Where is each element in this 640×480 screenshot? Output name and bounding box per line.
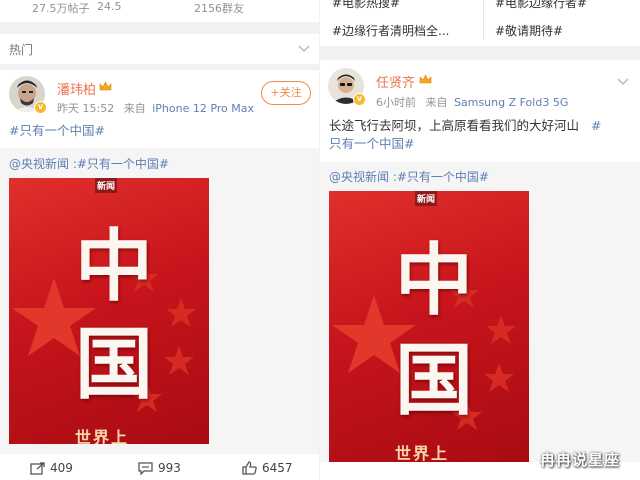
repost-text[interactable]: @央视新闻 :#只有一个中国# [9, 155, 169, 172]
news-logo: 新闻 [415, 191, 438, 206]
poster-bottom-text: 世界上 [75, 428, 130, 444]
post-text: 长途飞行去阿坝，上高原看看我们的大好河山 # [329, 116, 634, 135]
username[interactable]: 任贤齐 [376, 72, 415, 91]
poster-char-zhong: 中 [395, 235, 474, 326]
like-icon [242, 461, 257, 475]
stat-posts: 27.5万帖子 [32, 2, 90, 15]
like-action[interactable]: 6457 [242, 456, 293, 480]
verified-icon: v [34, 101, 47, 114]
divider [0, 22, 320, 34]
crown-badge-icon [419, 74, 432, 84]
repost-count: 409 [50, 461, 73, 475]
username[interactable]: 潘玮柏 [57, 79, 96, 98]
hot-section-header[interactable]: 热门 [0, 34, 320, 64]
watermark: 冉冉说星座 [540, 451, 621, 469]
star-icon [164, 346, 194, 375]
repost-action[interactable]: 409 [30, 456, 73, 480]
post-meta: 昨天 15:52 来自 iPhone 12 Pro Max [57, 100, 254, 116]
chevron-down-icon[interactable] [298, 45, 310, 53]
post-hashtag[interactable]: # [591, 118, 601, 133]
comment-icon [138, 461, 153, 475]
repost-icon [30, 461, 45, 475]
verified-icon: v [353, 93, 366, 106]
news-logo: 新闻 [95, 178, 118, 193]
topic-link[interactable]: #电影边缘行者# [495, 0, 587, 11]
stat-value: 24.5 [97, 0, 122, 13]
repost-text[interactable]: @央视新闻 :#只有一个中国# [329, 168, 489, 185]
topic-link[interactable]: #电影热搜# [332, 0, 400, 11]
star-icon [166, 298, 196, 327]
comment-action[interactable]: 993 [138, 456, 181, 480]
source-prefix: 来自 [123, 102, 146, 115]
post-source[interactable]: iPhone 12 Pro Max [152, 102, 254, 115]
chevron-down-icon[interactable] [617, 78, 629, 86]
comment-count: 993 [158, 461, 181, 475]
post-hashtag[interactable]: 只有一个中国# [329, 134, 414, 153]
post-hashtag[interactable]: #只有一个中国# [9, 121, 105, 140]
divider [483, 0, 484, 40]
topic-link[interactable]: #边缘行者清明档全... [332, 22, 450, 39]
crown-badge-icon [99, 81, 112, 91]
topic-link[interactable]: #敬请期待# [495, 22, 563, 39]
source-prefix: 来自 [425, 96, 448, 109]
divider [320, 46, 640, 60]
section-title: 热门 [9, 43, 34, 57]
poster-char-zhong: 中 [75, 221, 154, 312]
post-time: 昨天 15:52 [57, 102, 115, 115]
post-text-line: 长途飞行去阿坝，上高原看看我们的大好河山 [329, 118, 580, 133]
right-panel: #电影热搜# #电影边缘行者# #边缘行者清明档全... #敬请期待# v 任贤… [320, 0, 640, 480]
post-meta: 6小时前 来自 Samsung Z Fold3 5G [376, 94, 568, 110]
post-source[interactable]: Samsung Z Fold3 5G [454, 96, 568, 109]
poster-char-guo: 国 [395, 335, 474, 426]
poster-bottom-text: 世界上 [395, 444, 450, 462]
star-icon [484, 363, 514, 392]
like-count: 6457 [262, 461, 293, 475]
left-panel: 27.5万帖子 24.5 2156群友 热门 v 潘玮柏 昨天 15:52 来自… [0, 0, 320, 480]
repost-box[interactable]: @央视新闻 :#只有一个中国# 新闻 中 国 世界上 [320, 162, 640, 462]
poster-char-guo: 国 [75, 319, 154, 410]
follow-button[interactable]: +关注 [261, 81, 311, 105]
poster-image[interactable]: 新闻 中 国 世界上 [329, 191, 529, 462]
topic-stats: 27.5万帖子 24.5 2156群友 [0, 0, 320, 20]
post-time: 6小时前 [376, 96, 416, 109]
poster-image[interactable]: 新闻 中 国 世界上 [9, 178, 209, 444]
stat-group: 2156群友 [194, 2, 244, 15]
star-icon [486, 315, 516, 344]
repost-box[interactable]: @央视新闻 :#只有一个中国# 新闻 中 国 世界上 [0, 148, 320, 454]
divider [0, 64, 320, 70]
